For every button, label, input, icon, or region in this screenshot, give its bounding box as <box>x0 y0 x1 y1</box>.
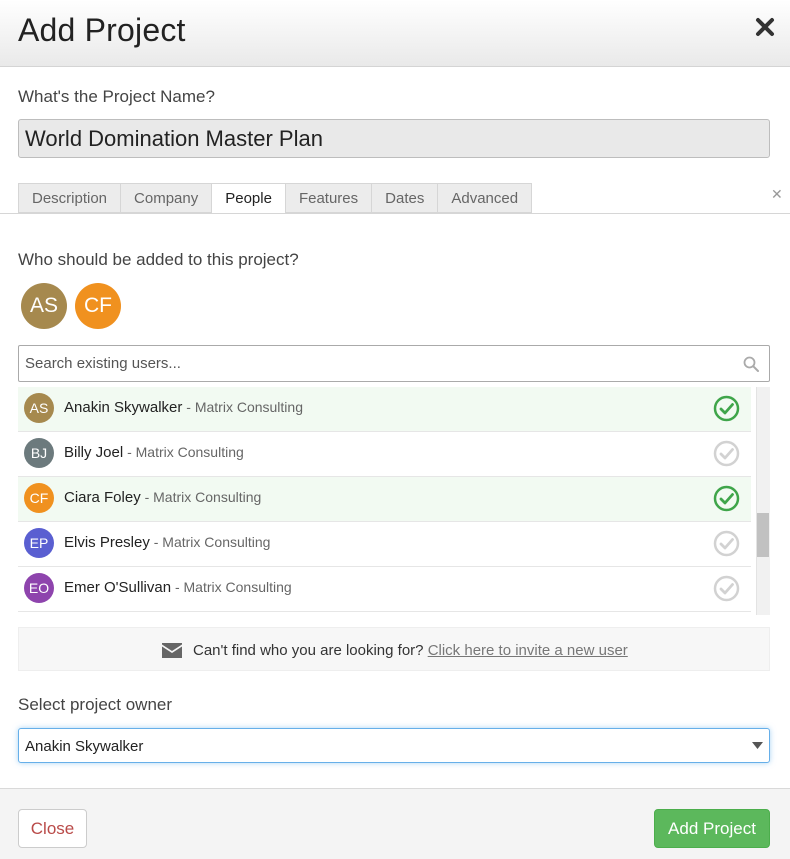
list-item[interactable]: AS Anakin Skywalker - Matrix Consulting <box>18 387 751 432</box>
list-item[interactable]: EO Emer O'Sullivan - Matrix Consulting <box>18 567 751 612</box>
project-name-label: What's the Project Name? <box>18 87 215 106</box>
tab-company[interactable]: Company <box>120 183 212 213</box>
tab-advanced[interactable]: Advanced <box>437 183 533 213</box>
user-company: - Matrix Consulting <box>140 489 262 505</box>
user-name: Ciara Foley <box>64 489 141 506</box>
avatar: CF <box>24 483 54 513</box>
user-company: - Matrix Consulting <box>149 534 271 550</box>
dialog-title: Add Project <box>18 12 186 48</box>
tab-people[interactable]: People <box>211 183 285 214</box>
envelope-icon <box>162 643 182 658</box>
check-icon[interactable] <box>713 575 740 602</box>
tab-dates[interactable]: Dates <box>371 183 438 213</box>
user-search <box>18 345 770 382</box>
tabs-divider <box>0 213 790 214</box>
avatar: EO <box>24 573 54 603</box>
search-input[interactable] <box>19 346 719 381</box>
add-project-button[interactable]: Add Project <box>654 809 770 848</box>
list-item[interactable]: EP Elvis Presley - Matrix Consulting <box>18 522 751 567</box>
invite-link[interactable]: Click here to invite a new user <box>428 642 628 659</box>
scrollbar-thumb[interactable] <box>757 513 769 557</box>
check-icon[interactable] <box>713 395 740 422</box>
check-icon[interactable] <box>713 530 740 557</box>
selected-people: AS CF <box>21 283 121 329</box>
avatar: BJ <box>24 438 54 468</box>
dialog-header: Add Project <box>0 0 790 67</box>
owner-label: Select project owner <box>18 695 173 714</box>
scrollbar-track[interactable] <box>756 387 770 615</box>
check-icon[interactable] <box>713 440 740 467</box>
list-item[interactable]: BJ Billy Joel - Matrix Consulting <box>18 432 751 477</box>
check-icon[interactable] <box>713 485 740 512</box>
user-company: - Matrix Consulting <box>171 579 292 595</box>
user-name: Elvis Presley <box>64 534 150 551</box>
selected-avatar[interactable]: CF <box>75 283 121 329</box>
dialog-footer: Close Add Project <box>0 788 790 859</box>
owner-select-value: Anakin Skywalker <box>25 738 144 755</box>
close-icon[interactable] <box>754 16 776 38</box>
avatar: AS <box>24 393 54 423</box>
user-company: - Matrix Consulting <box>123 444 244 460</box>
tab-description[interactable]: Description <box>18 183 121 213</box>
close-button[interactable]: Close <box>18 809 87 848</box>
user-company: - Matrix Consulting <box>182 399 303 415</box>
user-name: Billy Joel <box>64 444 124 461</box>
invite-banner: Can't find who you are looking for? Clic… <box>18 627 770 671</box>
user-name: Emer O'Sullivan <box>64 579 172 596</box>
invite-text: Can't find who you are looking for? <box>193 642 424 659</box>
people-heading: Who should be added to this project? <box>18 250 299 269</box>
tab-features[interactable]: Features <box>284 183 372 213</box>
user-list: AS Anakin Skywalker - Matrix Consulting … <box>18 387 770 615</box>
list-item[interactable]: CF Ciara Foley - Matrix Consulting <box>18 477 751 522</box>
user-name: Anakin Skywalker <box>64 399 183 416</box>
caret-down-icon <box>752 742 763 749</box>
tab-bar: Description Company People Features Date… <box>18 183 533 214</box>
tab-close-icon[interactable]: ✕ <box>771 187 783 201</box>
selected-avatar[interactable]: AS <box>21 283 67 329</box>
avatar: EP <box>24 528 54 558</box>
project-name-input[interactable] <box>18 119 770 158</box>
owner-select[interactable]: Anakin Skywalker <box>18 728 770 763</box>
search-icon[interactable] <box>743 356 759 372</box>
